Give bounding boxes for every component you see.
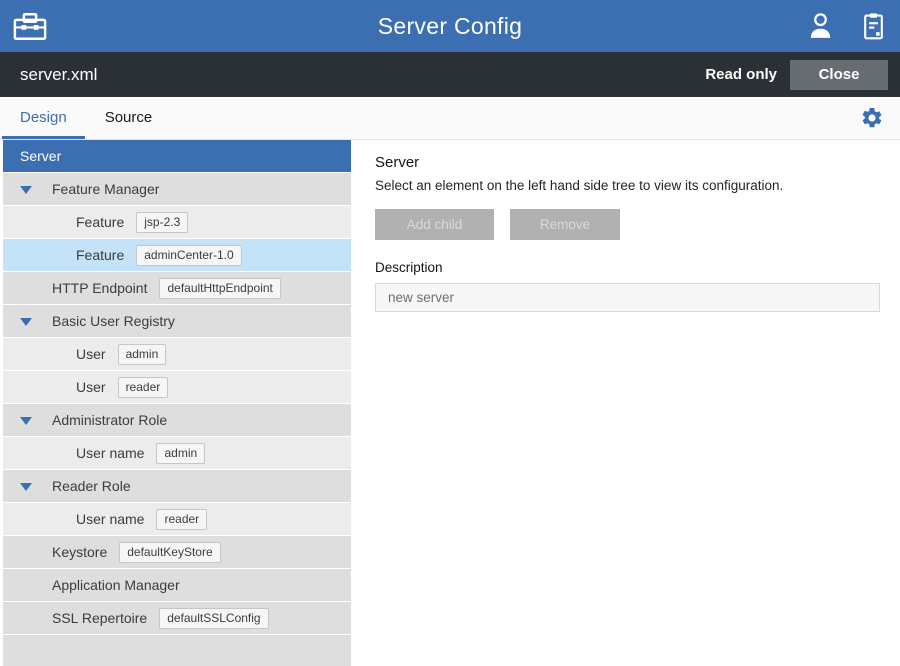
tree-item-badge: admin <box>156 443 205 464</box>
tree-item-label: SSL Repertoire <box>52 610 147 626</box>
remove-button[interactable]: Remove <box>510 209 620 240</box>
tree-item-label: Feature <box>76 247 124 263</box>
tree-row[interactable]: User name reader <box>3 503 351 535</box>
settings-button[interactable] <box>860 106 884 130</box>
tab-bar: Design Source <box>0 97 900 140</box>
tree-item-badge: adminCenter-1.0 <box>136 245 241 266</box>
description-label: Description <box>375 260 880 275</box>
tree-item-badge: jsp-2.3 <box>136 212 188 233</box>
file-bar: server.xml Read only Close <box>0 52 900 97</box>
tree-item-badge: admin <box>118 344 167 365</box>
tree-item-badge: defaultSSLConfig <box>159 608 268 629</box>
tree-item-label: Feature <box>76 214 124 230</box>
detail-subtitle: Select an element on the left hand side … <box>375 178 880 193</box>
chevron-down-icon[interactable] <box>20 186 32 194</box>
tree-row[interactable]: SSL Repertoire defaultSSLConfig <box>3 602 351 634</box>
clipboard-button[interactable] <box>863 12 884 41</box>
tree-item-badge: reader <box>118 377 169 398</box>
tree-row[interactable]: Server <box>3 140 351 172</box>
tree-row[interactable]: HTTP Endpoint defaultHttpEndpoint <box>3 272 351 304</box>
toolbox-icon <box>13 12 47 41</box>
tab-design[interactable]: Design <box>2 97 85 139</box>
tree-item-label: Application Manager <box>52 577 180 593</box>
tree-item-label: Feature Manager <box>52 181 159 197</box>
tree-row[interactable]: Administrator Role <box>3 404 351 436</box>
gear-icon <box>860 106 884 130</box>
tree-item-badge: defaultHttpEndpoint <box>159 278 280 299</box>
toolbox-button[interactable] <box>13 12 47 41</box>
header-actions <box>807 11 884 41</box>
close-button[interactable]: Close <box>790 60 888 90</box>
tree-item-label: Server <box>20 148 61 164</box>
main-content: ServerFeature ManagerFeaturejsp-2.3Featu… <box>0 140 900 666</box>
tree-row[interactable]: Basic User Registry <box>3 305 351 337</box>
tree-item-label: User <box>76 379 106 395</box>
chevron-down-icon[interactable] <box>20 483 32 491</box>
tree-row[interactable]: Feature jsp-2.3 <box>3 206 351 238</box>
tree-item-label: Keystore <box>52 544 107 560</box>
tab-source[interactable]: Source <box>87 97 171 139</box>
read-only-badge: Read only <box>705 66 777 83</box>
tree-row[interactable]: User name admin <box>3 437 351 469</box>
tree-row[interactable]: Reader Role <box>3 470 351 502</box>
tree-item-label: Reader Role <box>52 478 131 494</box>
tree-item-badge: reader <box>156 509 207 530</box>
tree-row[interactable]: User reader <box>3 371 351 403</box>
tree-row[interactable]: User admin <box>3 338 351 370</box>
tree-row[interactable]: Feature adminCenter-1.0 <box>3 239 351 271</box>
detail-panel: Server Select an element on the left han… <box>351 140 900 666</box>
app-header: Server Config <box>0 0 900 52</box>
page-title: Server Config <box>0 13 900 40</box>
tree-row[interactable]: Application Manager <box>3 569 351 601</box>
add-child-button[interactable]: Add child <box>375 209 494 240</box>
tree-row[interactable]: Keystore defaultKeyStore <box>3 536 351 568</box>
tree-item-label: User name <box>76 511 144 527</box>
tree-item-badge: defaultKeyStore <box>119 542 220 563</box>
chevron-down-icon[interactable] <box>20 417 32 425</box>
tree-item-label: Administrator Role <box>52 412 167 428</box>
tree-item-label: User name <box>76 445 144 461</box>
tree-item-label: Basic User Registry <box>52 313 175 329</box>
user-button[interactable] <box>807 11 834 41</box>
tree-row[interactable]: Feature Manager <box>3 173 351 205</box>
tree-item-label: HTTP Endpoint <box>52 280 147 296</box>
tree-item-label: User <box>76 346 106 362</box>
clipboard-icon <box>863 12 884 41</box>
description-input[interactable] <box>375 283 880 312</box>
config-tree: ServerFeature ManagerFeaturejsp-2.3Featu… <box>0 140 351 666</box>
chevron-down-icon[interactable] <box>20 318 32 326</box>
detail-title: Server <box>375 154 880 171</box>
filename-label: server.xml <box>20 65 97 85</box>
user-icon <box>807 11 834 41</box>
tree-row <box>3 635 351 666</box>
